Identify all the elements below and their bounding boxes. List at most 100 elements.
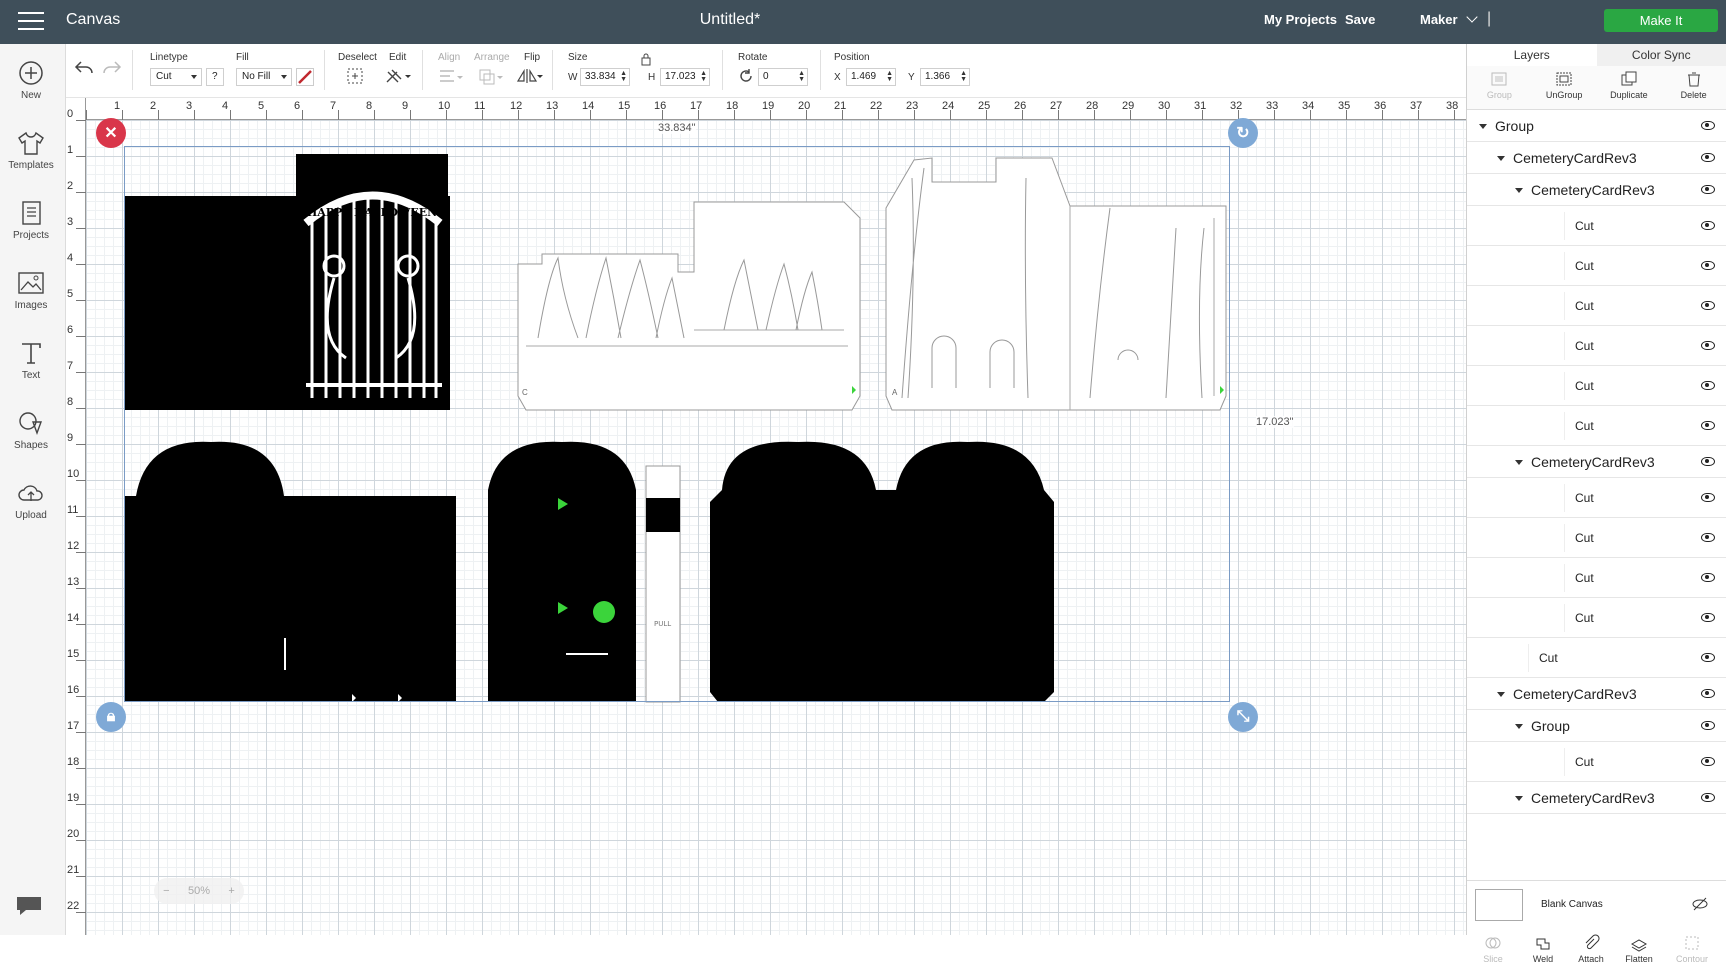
eye-icon[interactable] <box>1701 301 1715 310</box>
eye-icon[interactable] <box>1701 721 1715 730</box>
stepper-icon[interactable]: ▲▼ <box>798 71 805 83</box>
eye-icon[interactable] <box>1701 793 1715 802</box>
layer-row[interactable]: Cut <box>1467 246 1726 286</box>
layer-row[interactable]: Cut <box>1467 286 1726 326</box>
layer-row[interactable]: Cut <box>1467 638 1726 678</box>
x-position-input[interactable]: 1.469▲▼ <box>846 68 896 86</box>
duplicate-button[interactable]: Duplicate <box>1597 66 1662 109</box>
deselect-icon[interactable] <box>345 66 365 86</box>
lock-icon[interactable] <box>640 52 652 66</box>
layer-row[interactable]: Group <box>1467 710 1726 742</box>
group-button[interactable]: Group <box>1467 66 1532 109</box>
eye-icon[interactable] <box>1701 121 1715 130</box>
sidebar-item-projects[interactable]: Projects <box>0 200 62 241</box>
selection-bounding-box[interactable] <box>124 146 1230 702</box>
arrange-icon[interactable] <box>478 68 504 86</box>
chat-bubble-icon[interactable] <box>14 893 44 917</box>
eye-icon[interactable] <box>1701 493 1715 502</box>
slice-button[interactable]: Slice <box>1473 934 1513 964</box>
layer-row[interactable]: CemeteryCardRev3 <box>1467 174 1726 206</box>
eye-icon[interactable] <box>1701 757 1715 766</box>
expand-triangle-icon[interactable] <box>1497 692 1505 697</box>
expand-triangle-icon[interactable] <box>1515 460 1523 465</box>
stepper-icon[interactable]: ▲▼ <box>620 71 627 83</box>
rotate-handle-icon[interactable]: ↻ <box>1228 118 1258 148</box>
tab-color-sync[interactable]: Color Sync <box>1597 44 1726 66</box>
weld-button[interactable]: Weld <box>1523 934 1563 964</box>
blank-canvas-row[interactable]: Blank Canvas <box>1467 880 1726 928</box>
eye-icon[interactable] <box>1701 457 1715 466</box>
sidebar-item-new[interactable]: New <box>0 60 62 101</box>
flatten-button[interactable]: Flatten <box>1619 934 1659 964</box>
expand-triangle-icon[interactable] <box>1515 188 1523 193</box>
y-position-input[interactable]: 1.366▲▼ <box>920 68 970 86</box>
delete-button[interactable]: Delete <box>1661 66 1726 109</box>
layer-row[interactable]: Cut <box>1467 598 1726 638</box>
eye-icon[interactable] <box>1701 573 1715 582</box>
eye-icon[interactable] <box>1701 221 1715 230</box>
make-it-button[interactable]: Make It <box>1604 9 1718 32</box>
rotate-input[interactable]: 0▲▼ <box>758 68 808 86</box>
width-input[interactable]: 33.834▲▼ <box>580 68 630 86</box>
layer-row[interactable]: Cut <box>1467 558 1726 598</box>
design-canvas[interactable]: 0123456789101112131415161718192021222324… <box>66 98 1466 935</box>
height-input[interactable]: 17.023▲▼ <box>660 68 710 86</box>
undo-icon[interactable] <box>74 59 94 75</box>
tab-layers[interactable]: Layers <box>1467 44 1597 66</box>
pen-color-swatch-icon[interactable] <box>296 68 314 86</box>
blank-canvas-swatch[interactable] <box>1475 889 1523 921</box>
layer-row[interactable]: Cut <box>1467 406 1726 446</box>
flip-icon[interactable] <box>516 66 544 86</box>
stepper-icon[interactable]: ▲▼ <box>700 71 707 83</box>
eye-icon[interactable] <box>1701 261 1715 270</box>
layer-row[interactable]: Group <box>1467 110 1726 142</box>
layer-row[interactable]: Cut <box>1467 366 1726 406</box>
fill-select[interactable]: No Fill <box>236 68 292 86</box>
stepper-icon[interactable]: ▲▼ <box>886 71 893 83</box>
layer-row[interactable]: Cut <box>1467 478 1726 518</box>
ungroup-button[interactable]: UnGroup <box>1532 66 1597 109</box>
align-icon[interactable] <box>438 68 464 86</box>
document-title[interactable]: Untitled* <box>0 11 1460 29</box>
sidebar-item-templates[interactable]: Templates <box>0 130 62 171</box>
eye-icon[interactable] <box>1701 533 1715 542</box>
layer-row[interactable]: CemeteryCardRev3 <box>1467 142 1726 174</box>
sidebar-item-upload[interactable]: Upload <box>0 480 62 521</box>
edit-tools-icon[interactable] <box>384 66 412 86</box>
layer-row[interactable]: CemeteryCardRev3 <box>1467 678 1726 710</box>
layer-row[interactable]: CemeteryCardRev3 <box>1467 446 1726 478</box>
sidebar-item-images[interactable]: Images <box>0 270 62 311</box>
layer-row[interactable]: Cut <box>1467 206 1726 246</box>
eye-icon[interactable] <box>1701 153 1715 162</box>
expand-triangle-icon[interactable] <box>1479 124 1487 129</box>
zoom-in-button[interactable]: + <box>228 885 234 897</box>
machine-select[interactable]: Maker <box>1420 12 1476 27</box>
contour-button[interactable]: Contour <box>1667 934 1717 964</box>
delete-handle-icon[interactable]: ✕ <box>96 118 126 148</box>
linetype-help-button[interactable]: ? <box>206 68 224 86</box>
layer-row[interactable]: Cut <box>1467 742 1726 782</box>
attach-button[interactable]: Attach <box>1571 934 1611 964</box>
hidden-eye-icon[interactable] <box>1691 897 1709 911</box>
layer-row[interactable]: CemeteryCardRev3 <box>1467 782 1726 814</box>
save-link[interactable]: Save <box>1345 12 1375 27</box>
expand-triangle-icon[interactable] <box>1497 156 1505 161</box>
eye-icon[interactable] <box>1701 689 1715 698</box>
layer-row[interactable]: Cut <box>1467 518 1726 558</box>
eye-icon[interactable] <box>1701 613 1715 622</box>
eye-icon[interactable] <box>1701 185 1715 194</box>
eye-icon[interactable] <box>1701 653 1715 662</box>
eye-icon[interactable] <box>1701 381 1715 390</box>
redo-icon[interactable] <box>102 59 122 75</box>
lock-proportions-handle-icon[interactable]: 🔒︎ <box>96 702 126 732</box>
expand-triangle-icon[interactable] <box>1515 796 1523 801</box>
my-projects-link[interactable]: My Projects <box>1264 12 1337 27</box>
expand-triangle-icon[interactable] <box>1515 724 1523 729</box>
linetype-select[interactable]: Cut <box>150 68 202 86</box>
resize-handle-icon[interactable]: ⤡ <box>1228 702 1258 732</box>
zoom-out-button[interactable]: − <box>163 885 169 897</box>
eye-icon[interactable] <box>1701 421 1715 430</box>
layer-row[interactable]: Cut <box>1467 326 1726 366</box>
stepper-icon[interactable]: ▲▼ <box>960 71 967 83</box>
sidebar-item-shapes[interactable]: Shapes <box>0 410 62 451</box>
